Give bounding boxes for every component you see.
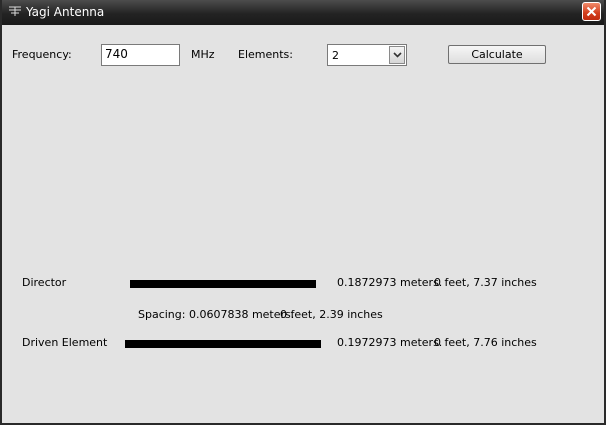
director-label: Director <box>22 276 67 289</box>
elements-dropdown-button[interactable] <box>389 46 405 64</box>
frequency-label: Frequency: <box>12 48 72 61</box>
frequency-input[interactable]: 740 <box>101 44 180 66</box>
spacing-meters: Spacing: 0.0607838 meters. <box>138 308 295 321</box>
director-element-bar <box>130 280 316 288</box>
window-title: Yagi Antenna <box>26 5 105 19</box>
driven-length-imperial: 0 feet, 7.76 inches <box>434 336 537 349</box>
title-bar[interactable]: Yagi Antenna <box>2 0 604 25</box>
calculate-button[interactable]: Calculate <box>448 45 546 64</box>
elements-label: Elements: <box>238 48 293 61</box>
elements-select-value: 2 <box>332 49 339 62</box>
frequency-unit: MHz <box>191 48 215 61</box>
yagi-antenna-window: Yagi Antenna Frequency: 740 MHz Elements… <box>0 0 606 425</box>
close-icon <box>586 6 597 17</box>
spacing-imperial: 0 feet, 2.39 inches <box>280 308 383 321</box>
driven-element-label: Driven Element <box>22 336 108 349</box>
driven-length-meters: 0.1972973 meters. <box>337 336 443 349</box>
driven-element-bar <box>125 340 321 348</box>
director-length-imperial: 0 feet, 7.37 inches <box>434 276 537 289</box>
close-button[interactable] <box>582 2 601 21</box>
antenna-icon <box>9 6 21 16</box>
chevron-down-icon <box>393 52 402 58</box>
director-length-meters: 0.1872973 meters. <box>337 276 443 289</box>
elements-select[interactable]: 2 <box>327 44 407 66</box>
